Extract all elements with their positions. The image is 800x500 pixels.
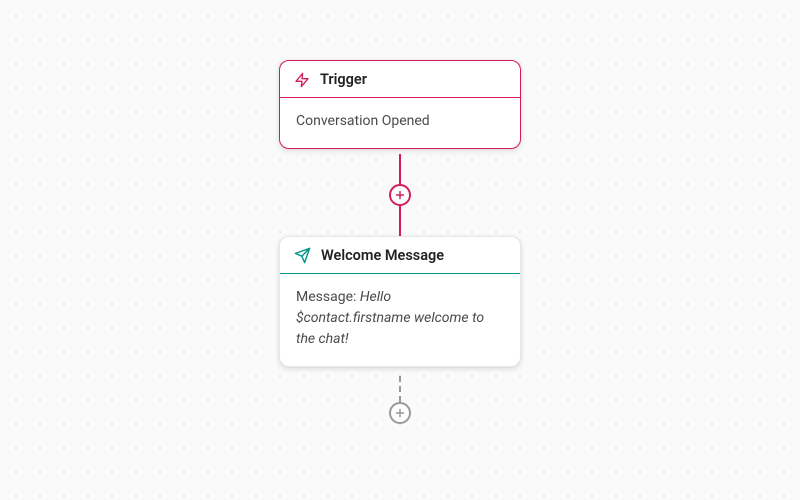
trigger-header: Trigger	[280, 61, 520, 98]
trigger-node[interactable]: Trigger Conversation Opened	[279, 60, 521, 149]
trigger-event: Conversation Opened	[296, 113, 430, 129]
action-title: Welcome Message	[321, 247, 444, 264]
add-step-button[interactable]	[389, 184, 411, 206]
message-label: Message:	[296, 289, 356, 305]
action-body: Message: Hello $contact.firstname welcom…	[280, 274, 520, 366]
welcome-message-node[interactable]: Welcome Message Message: Hello $contact.…	[279, 236, 521, 367]
flow-canvas[interactable]: Trigger Conversation Opened Welcome Mess…	[0, 0, 800, 500]
trigger-title: Trigger	[320, 71, 367, 88]
action-header: Welcome Message	[280, 237, 520, 274]
send-icon	[294, 247, 311, 264]
trigger-body: Conversation Opened	[280, 98, 520, 148]
lightning-icon	[294, 72, 310, 88]
add-step-button-end[interactable]	[389, 402, 411, 424]
